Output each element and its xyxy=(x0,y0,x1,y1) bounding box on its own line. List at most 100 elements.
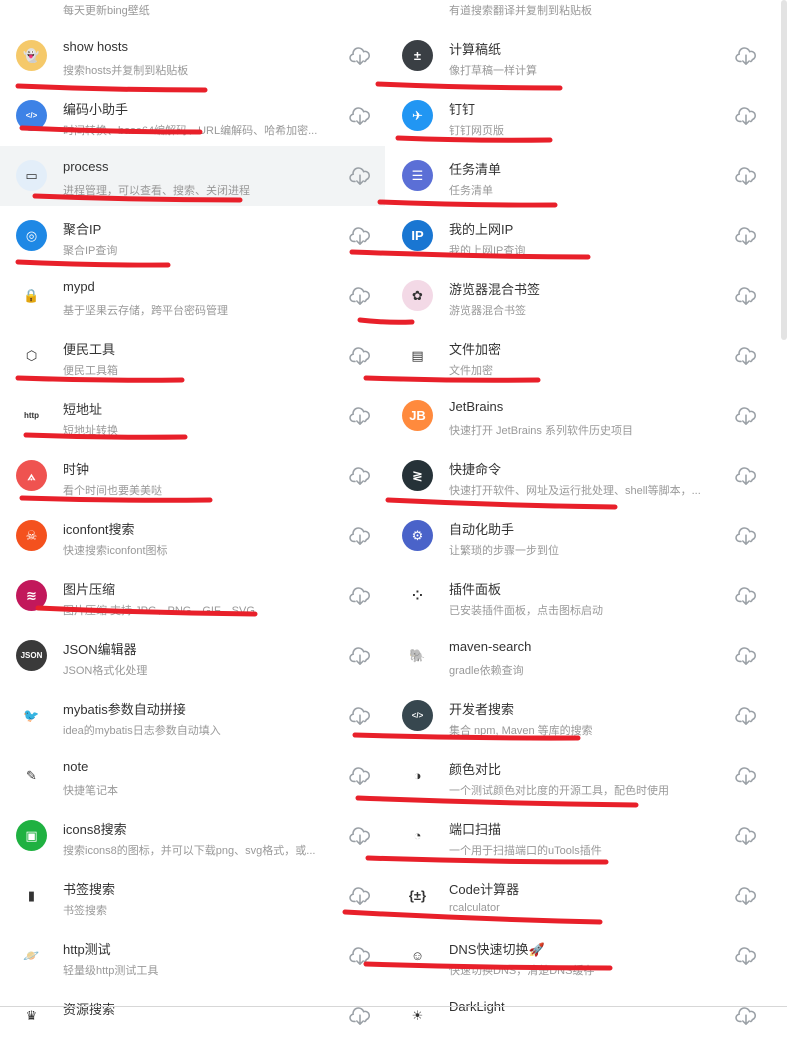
plugin-item[interactable]: {±} Code计算器 rcalculator xyxy=(386,866,771,926)
plugin-name: 颜色对比 xyxy=(449,762,502,777)
cloud-download-icon[interactable] xyxy=(735,166,757,186)
cloud-download-icon[interactable] xyxy=(735,406,757,426)
plugin-item[interactable]: ☰ 任务清单 任务清单 xyxy=(386,146,771,206)
cloud-download-icon[interactable] xyxy=(349,946,371,966)
bottom-divider xyxy=(0,1006,787,1007)
cloud-download-icon[interactable] xyxy=(349,526,371,546)
cloud-download-icon[interactable] xyxy=(735,886,757,906)
plugin-item[interactable]: ≋ 图片压缩 图片压缩 支持 JPG、PNG、GIF、SVG xyxy=(0,566,385,626)
cloud-download-icon[interactable] xyxy=(349,646,371,666)
cloud-download-icon[interactable] xyxy=(349,106,371,126)
plugin-item[interactable]: 🐘 maven-search gradle依赖查询 xyxy=(386,626,771,686)
plugin-desc: 一个测试颜色对比度的开源工具，配色时使用 xyxy=(449,785,669,797)
plugin-item[interactable]: ⟑ 时钟 看个时间也要美美哒 xyxy=(0,446,385,506)
plugin-name: 书签搜索 xyxy=(63,882,116,897)
plugin-item[interactable]: ± 计算稿纸 像打草稿一样计算 xyxy=(386,26,771,86)
plugin-item-partial-right[interactable]: 有道搜索翻译并复制到粘贴板 xyxy=(386,0,771,26)
plugin-desc: 聚合IP查询 xyxy=(63,245,118,257)
plugin-item-partial-left[interactable]: 每天更新bing壁纸 xyxy=(0,0,385,26)
plugin-item[interactable]: ⬡ 便民工具 便民工具箱 xyxy=(0,326,385,386)
plugin-item[interactable]: IP 我的上网IP 我的上网IP查询 xyxy=(386,206,771,266)
cloud-download-icon[interactable] xyxy=(349,706,371,726)
cloud-download-icon[interactable] xyxy=(349,586,371,606)
plugin-name: 资源搜索 xyxy=(63,1002,116,1017)
cloud-download-icon[interactable] xyxy=(735,586,757,606)
plugin-item[interactable]: ◑ 颜色对比 一个测试颜色对比度的开源工具，配色时使用 xyxy=(386,746,771,806)
plugin-name: 聚合IP xyxy=(63,222,102,237)
plugin-item[interactable]: ♛ 资源搜索 xyxy=(0,986,385,1046)
scrollbar[interactable] xyxy=(781,0,787,340)
plugin-desc: 快速搜索iconfont图标 xyxy=(63,545,168,557)
cloud-download-icon[interactable] xyxy=(735,46,757,66)
plugin-item[interactable]: JB JetBrains 快速打开 JetBrains 系列软件历史项目 xyxy=(386,386,771,446)
plugin-desc: 书签搜索 xyxy=(63,905,107,917)
cloud-download-icon[interactable] xyxy=(349,466,371,486)
cloud-download-icon[interactable] xyxy=(349,166,371,186)
command-icon: ≷ xyxy=(402,460,433,491)
cloud-download-icon[interactable] xyxy=(735,346,757,366)
cloud-download-icon[interactable] xyxy=(349,406,371,426)
cloud-download-icon[interactable] xyxy=(735,706,757,726)
plugin-desc: rcalculator xyxy=(449,902,500,914)
clock-icon: ⟑ xyxy=(16,460,47,491)
plugin-name: 快捷命令 xyxy=(449,462,502,477)
plugin-item[interactable]: JSON JSON编辑器 JSON格式化处理 xyxy=(0,626,385,686)
plugin-name: 时钟 xyxy=(63,462,90,477)
plugin-item[interactable]: ▤ 文件加密 文件加密 xyxy=(386,326,771,386)
plugin-item[interactable]: ✈ 钉钉 钉钉网页版 xyxy=(386,86,771,146)
plugin-item[interactable]: ☀ DarkLight xyxy=(386,986,771,1046)
cloud-download-icon[interactable] xyxy=(735,106,757,126)
plugin-item[interactable]: ▣ icons8搜索 搜索icons8的图标，并可以下载png、svg格式，或... xyxy=(0,806,385,866)
plugin-item[interactable]: </> 开发者搜索 集合 npm, Maven 等库的搜索 xyxy=(386,686,771,746)
plugin-desc: 集合 npm, Maven 等库的搜索 xyxy=(449,725,593,737)
cloud-download-icon[interactable] xyxy=(349,766,371,786)
plugin-desc: 便民工具箱 xyxy=(63,365,118,377)
plugin-item[interactable]: ◔ 端口扫描 一个用于扫描端口的uTools插件 xyxy=(386,806,771,866)
cloud-download-icon[interactable] xyxy=(735,646,757,666)
plugin-name: show hosts xyxy=(63,39,129,54)
plugin-item[interactable]: ✿ 游览器混合书签 游览器混合书签 xyxy=(386,266,771,326)
plugin-item[interactable]: 🐦 mybatis参数自动拼接 idea的mybatis日志参数自动填入 xyxy=(0,686,385,746)
plugin-item[interactable]: </> 编码小助手 时间转换、base64编解码、URL编解码、哈希加密... xyxy=(0,86,385,146)
plugin-item[interactable]: ⁘ 插件面板 已安装插件面板，点击图标启动 xyxy=(386,566,771,626)
cloud-download-icon[interactable] xyxy=(349,226,371,246)
plugin-item[interactable]: ▭ process 进程管理，可以查看、搜索、关闭进程 xyxy=(0,146,385,206)
plugin-name: 插件面板 xyxy=(449,582,502,597)
plugin-desc: gradle依赖查询 xyxy=(449,665,524,677)
plugin-item[interactable]: ◎ 聚合IP 聚合IP查询 xyxy=(0,206,385,266)
cloud-download-icon[interactable] xyxy=(735,826,757,846)
cloud-download-icon[interactable] xyxy=(735,286,757,306)
cloud-download-icon[interactable] xyxy=(349,346,371,366)
plugin-item[interactable]: ▮ 书签搜索 书签搜索 xyxy=(0,866,385,926)
plugin-item[interactable]: ☺ DNS快速切换🚀 快速切换DNS，清楚DNS缓存 xyxy=(386,926,771,986)
plugin-name: 端口扫描 xyxy=(449,822,502,837)
plugin-item[interactable]: 👻 show hosts 搜索hosts并复制到粘贴板 xyxy=(0,26,385,86)
plugin-item[interactable]: 🪐 http测试 轻量级http测试工具 xyxy=(0,926,385,986)
plugin-item[interactable]: 🔒 mypd 基于坚果云存储，跨平台密码管理 xyxy=(0,266,385,326)
plugin-name: JetBrains xyxy=(449,399,504,414)
plugin-item[interactable]: http 短地址 短地址转换 xyxy=(0,386,385,446)
layers-icon: ≋ xyxy=(16,580,47,611)
plugin-desc: 每天更新bing壁纸 xyxy=(63,5,150,17)
plugin-name: 我的上网IP xyxy=(449,222,514,237)
plugin-item[interactable]: ⚙ 自动化助手 让繁琐的步骤一步到位 xyxy=(386,506,771,566)
cloud-download-icon[interactable] xyxy=(349,1006,371,1026)
cloud-download-icon[interactable] xyxy=(349,826,371,846)
plugin-item[interactable]: ✎ note 快捷笔记本 xyxy=(0,746,385,806)
cloud-download-icon[interactable] xyxy=(349,46,371,66)
cloud-download-icon[interactable] xyxy=(349,886,371,906)
cloud-download-icon[interactable] xyxy=(735,766,757,786)
cloud-download-icon[interactable] xyxy=(735,226,757,246)
plugin-item[interactable]: ≷ 快捷命令 快速打开软件、网址及运行批处理、shell等脚本，... xyxy=(386,446,771,506)
cloud-download-icon[interactable] xyxy=(735,946,757,966)
cloud-download-icon[interactable] xyxy=(735,466,757,486)
plugin-desc: 搜索icons8的图标，并可以下载png、svg格式，或... xyxy=(63,845,316,857)
cloud-download-icon[interactable] xyxy=(735,1006,757,1026)
plugin-desc: 图片压缩 支持 JPG、PNG、GIF、SVG xyxy=(63,605,255,617)
plugin-item[interactable]: ☠ iconfont搜索 快速搜索iconfont图标 xyxy=(0,506,385,566)
cloud-download-icon[interactable] xyxy=(735,526,757,546)
cloud-download-icon[interactable] xyxy=(349,286,371,306)
plugin-name: 钉钉 xyxy=(449,102,476,117)
plugin-desc: 有道搜索翻译并复制到粘贴板 xyxy=(449,5,592,17)
plugin-name: 游览器混合书签 xyxy=(449,282,541,297)
